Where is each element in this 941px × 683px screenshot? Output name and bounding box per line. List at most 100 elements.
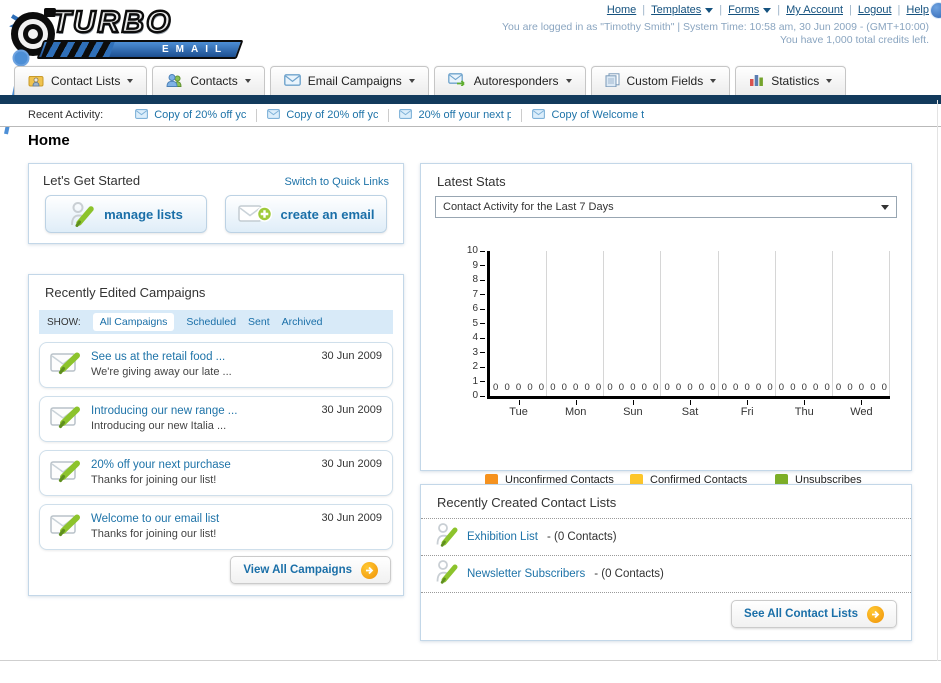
recent-activity-item[interactable]: 20% off your next p (389, 108, 523, 122)
turbo-email-logo: TURBO EMAIL (6, 2, 256, 60)
tab-label: Contacts (190, 74, 238, 88)
x-axis-tick (861, 400, 863, 405)
campaign-date: 30 Jun 2009 (321, 404, 382, 416)
bar-value-label: 0 (515, 382, 522, 393)
tab-contacts[interactable]: Contacts (152, 66, 265, 95)
campaign-card[interactable]: Welcome to our email list Thanks for join… (39, 504, 393, 550)
campaign-date: 30 Jun 2009 (321, 512, 382, 524)
bar-value-label: 0 (755, 382, 762, 393)
recent-activity-item[interactable]: Copy of 20% off yc (257, 108, 390, 122)
tab-contact-lists[interactable]: Contact Lists (14, 66, 148, 95)
manage-lists-button[interactable]: manage lists (45, 195, 207, 233)
show-label: SHOW: (47, 316, 81, 328)
y-axis-tick-label: 8 (472, 274, 478, 285)
page-bottom-divider (0, 660, 941, 661)
bar-value-label: 0 (675, 382, 682, 393)
campaign-title-link[interactable]: 20% off your next purchase (91, 458, 231, 474)
nav-link-home[interactable]: Home (607, 4, 636, 16)
filter-scheduled[interactable]: Scheduled (186, 316, 236, 328)
person-pencil-small-icon (435, 522, 458, 552)
campaign-title-link[interactable]: See us at the retail food ... (91, 350, 232, 366)
chart-gridline (889, 251, 890, 396)
nav-link-label: Forms (728, 4, 760, 16)
latest-stats-title: Latest Stats (437, 174, 506, 189)
help-bubble-icon[interactable] (930, 2, 941, 19)
campaign-text: See us at the retail food ... We're givin… (91, 350, 232, 380)
filter-archived[interactable]: Archived (282, 316, 323, 328)
chart-gridline (660, 251, 662, 396)
nav-link-forms[interactable]: Forms (728, 4, 772, 16)
x-axis-label: Tue (509, 406, 528, 418)
bar-value-label: 0 (721, 382, 727, 393)
recent-activity-item[interactable]: Copy of 20% off yc (125, 108, 258, 122)
x-axis-label: Wed (850, 406, 873, 418)
y-axis-tick-label: 5 (472, 317, 478, 329)
chevron-down-icon (408, 79, 415, 83)
bar-value-label: 0 (618, 382, 625, 393)
campaign-subtitle: Thanks for joining our list! (91, 474, 217, 487)
campaign-title-link[interactable]: Welcome to our email list (91, 512, 219, 528)
envelope-small-icon (532, 108, 546, 122)
campaign-card[interactable]: 20% off your next purchase Thanks for joi… (39, 450, 393, 496)
y-axis-tick-label: 3 (472, 346, 478, 358)
bar-value-label: 0 (664, 382, 670, 393)
campaign-card[interactable]: See us at the retail food ... We're givin… (39, 342, 393, 388)
bar-value-label: 0 (824, 382, 830, 393)
nav-link-help[interactable]: Help (906, 4, 929, 16)
x-axis-label: Fri (740, 406, 754, 418)
tab-custom-fields[interactable]: Custom Fields (590, 66, 731, 95)
logo-subtitle: EMAIL (161, 44, 228, 55)
filter-sent[interactable]: Sent (248, 316, 270, 328)
bar-value-label: 0 (550, 382, 556, 393)
contact-list-row[interactable]: Newsletter Subscribers - (0 Contacts) (421, 555, 911, 593)
create-email-button[interactable]: create an email (225, 195, 387, 233)
campaign-text: Introducing our new range ... Introducing… (91, 404, 237, 434)
bar-value-label: 0 (653, 382, 659, 393)
nav-link-my-account[interactable]: My Account (786, 4, 843, 16)
switch-quick-links-link[interactable]: Switch to Quick Links (284, 176, 389, 188)
see-all-contact-lists-button[interactable]: See All Contact Lists (731, 600, 897, 628)
envelope-arrow-icon (447, 73, 467, 89)
view-all-campaigns-button[interactable]: View All Campaigns (230, 556, 391, 584)
y-axis-tick (480, 395, 485, 397)
tab-autoresponders[interactable]: Autoresponders (433, 66, 586, 95)
contact-list-row[interactable]: Exhibition List - (0 Contacts) (421, 518, 911, 555)
bar-value-label: 0 (698, 382, 705, 393)
chevron-down-icon (826, 79, 833, 83)
main-menu: Contact Lists Contacts Email Campaigns Auto… (14, 66, 847, 95)
x-axis-label: Thu (794, 406, 814, 418)
contact-list-name-link[interactable]: Newsletter Subscribers (467, 568, 585, 580)
nav-link-label: Home (606, 4, 637, 16)
filter-all-campaigns[interactable]: All Campaigns (92, 313, 175, 331)
campaigns-title: Recently Edited Campaigns (45, 285, 206, 300)
nav-link-templates[interactable]: Templates (651, 4, 714, 16)
campaign-card[interactable]: Introducing our new range ... Introducing… (39, 396, 393, 442)
tab-statistics[interactable]: Statistics (735, 66, 847, 95)
tab-email-campaigns[interactable]: Email Campaigns (269, 66, 429, 95)
nav-link-logout[interactable]: Logout (858, 4, 892, 16)
campaigns-filter-bar: SHOW: All Campaigns Scheduled Sent Archived (39, 310, 393, 334)
logo-title: TURBO (51, 3, 173, 40)
y-axis-tick-label: 7 (472, 288, 478, 300)
recent-activity-item-label: 20% off your next p (418, 109, 512, 121)
tab-label: Autoresponders (473, 74, 559, 88)
top-nav: Home | Templates | Forms | My Account | Logout | H… (607, 4, 929, 16)
nav-separator: | (642, 4, 646, 16)
bar-value-label: 0 (813, 382, 819, 393)
bar-value-label: 0 (538, 382, 545, 393)
contact-list-name-link[interactable]: Exhibition List (467, 531, 538, 543)
bar-value-label: 0 (561, 382, 567, 393)
recent-activity-item-label: Copy of 20% off yc (286, 109, 379, 121)
envelope-pencil-icon (50, 458, 82, 488)
campaign-title-link[interactable]: Introducing our new range ... (91, 404, 237, 420)
chevron-down-icon (244, 79, 251, 83)
bar-value-label: 0 (710, 382, 716, 393)
chevron-down-icon (763, 7, 772, 13)
bar-value-label: 0 (607, 382, 613, 393)
bar-chart-icon (749, 73, 764, 89)
envelope-small-icon (267, 108, 281, 122)
recent-activity-item[interactable]: Copy of Welcome to (522, 108, 654, 122)
nav-link-label: Logout (857, 4, 892, 16)
chart-gridline (546, 251, 548, 396)
bar-value-label: 0 (835, 382, 842, 393)
